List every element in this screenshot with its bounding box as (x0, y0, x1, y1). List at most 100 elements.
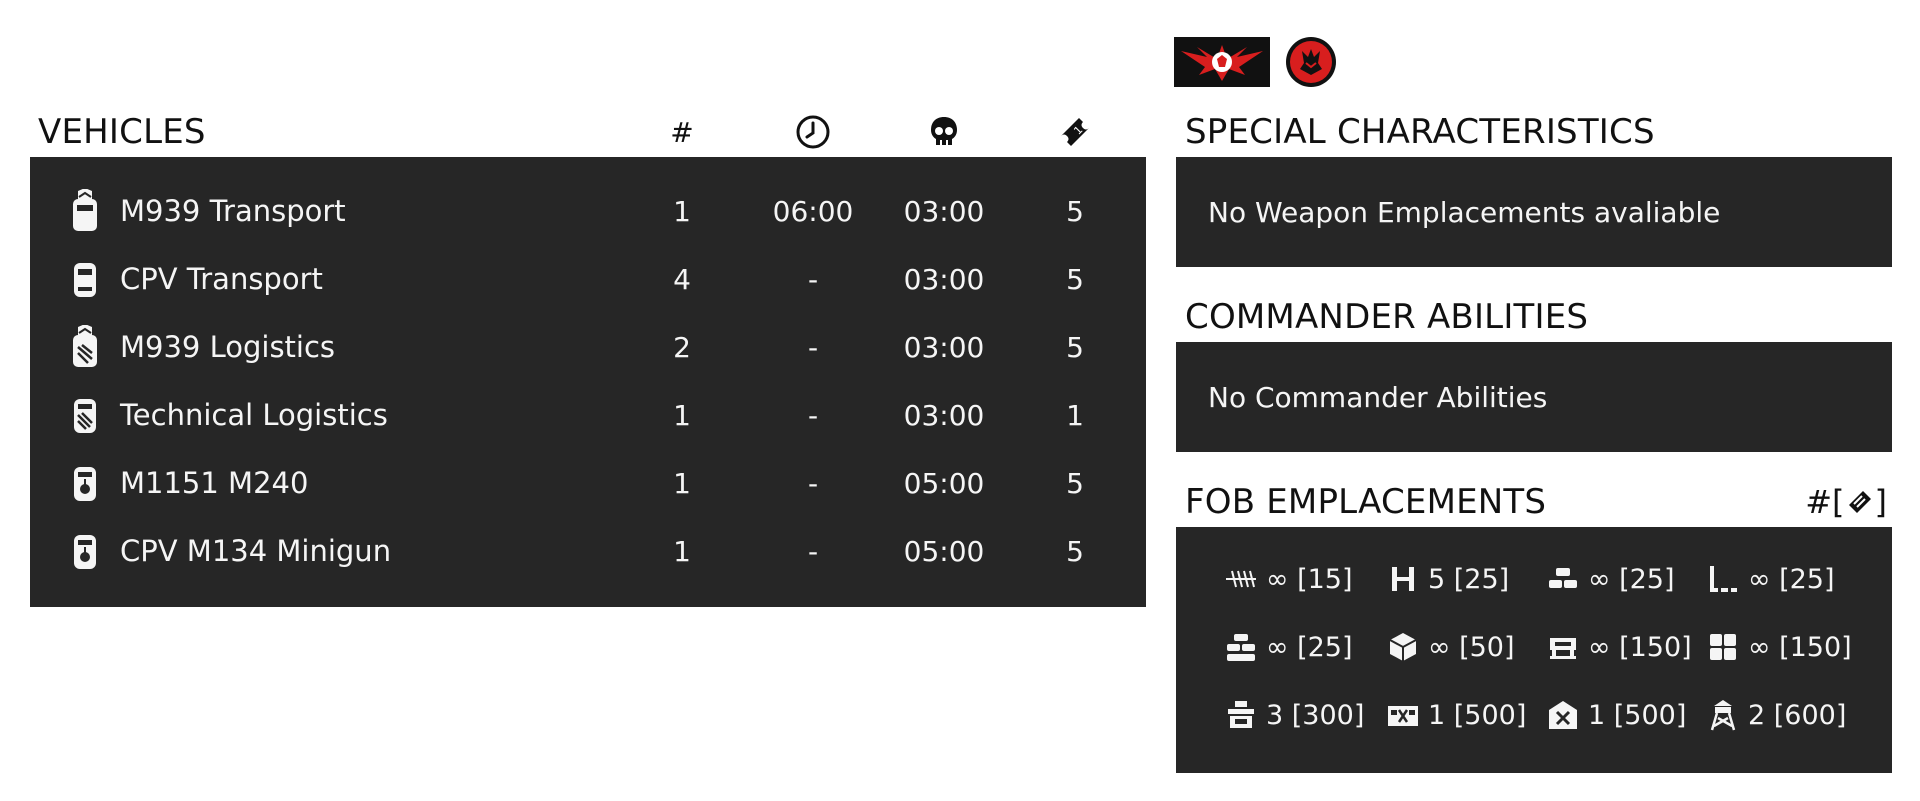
vehicles-panel: M939 Transport 1 06:00 03:00 5 CPV Trans… (30, 157, 1146, 607)
vehicle-count: 1 (673, 398, 691, 432)
vehicle-name: M939 Transport (120, 194, 346, 228)
vehicle-name: M1151 M240 (120, 466, 309, 500)
fob-header: FOB EMPLACEMENTS #[ ] (1185, 482, 1887, 522)
vehicle-respawn: 03:00 (903, 194, 985, 228)
fob-item: ∞ [25] (1224, 625, 1353, 669)
watchtower-icon (1710, 700, 1736, 731)
fob-panel: ∞ [15] 5 [25] ∞ [25] ∞ [25] ∞ [25] ∞ [50… (1176, 527, 1892, 773)
vehicle-tickets: 5 (1066, 194, 1084, 228)
fob-item: 1 [500] (1386, 693, 1526, 737)
fob-item: 5 [25] (1386, 557, 1509, 601)
fob-item-label: 2 [600] (1748, 699, 1847, 731)
vehicle-row: M939 Logistics 2 - 03:00 5 (30, 313, 1146, 381)
skull-icon (884, 112, 1004, 152)
vehicle-respawn: 03:00 (903, 330, 985, 364)
vehicle-row: CPV Transport 4 - 03:00 5 (30, 245, 1146, 313)
hab-icon (1388, 706, 1418, 726)
logistics-car-icon (74, 399, 96, 433)
vehicle-row: CPV M134 Minigun 1 - 05:00 5 (30, 517, 1146, 585)
bunker-icon (1228, 701, 1254, 728)
fob-item-label: ∞ [150] (1748, 631, 1852, 663)
vehicle-delay: - (807, 398, 819, 432)
vehicle-tickets: 5 (1066, 466, 1084, 500)
legend-suffix: ] (1874, 483, 1887, 521)
sandbag-icon (1549, 568, 1577, 588)
vehicle-count: 2 (673, 330, 691, 364)
sandbag-wall-icon (1227, 634, 1255, 661)
bench-icon (1550, 638, 1576, 659)
vehicle-row: M939 Transport 1 06:00 03:00 5 (30, 177, 1146, 245)
transport-truck-icon (73, 189, 97, 231)
logistics-truck-icon (73, 325, 97, 367)
special-panel: No Weapon Emplacements avaliable (1176, 157, 1892, 267)
construction-icon (1848, 491, 1871, 513)
fob-item: 2 [600] (1706, 693, 1846, 737)
fob-item-label: 1 [500] (1588, 699, 1687, 731)
fob-item-label: ∞ [25] (1588, 563, 1675, 595)
vehicle-delay: - (807, 330, 819, 364)
vehicles-column-headers: # 1 (30, 112, 1146, 152)
vehicle-delay: - (807, 534, 819, 568)
fob-item: 3 [300] (1224, 693, 1364, 737)
ammo-crate-icon (1389, 633, 1417, 661)
barrier-icon (1392, 567, 1414, 591)
razor-wire-icon (1226, 570, 1256, 588)
vehicle-count: 1 (673, 194, 691, 228)
vehicle-respawn: 05:00 (903, 466, 985, 500)
vehicle-delay: - (807, 466, 819, 500)
hesco-icon (1710, 634, 1736, 660)
special-message: No Weapon Emplacements avaliable (1208, 195, 1721, 229)
vehicle-name: M939 Logistics (120, 330, 336, 364)
vehicle-tickets: 5 (1066, 534, 1084, 568)
fob-item: ∞ [25] (1546, 557, 1675, 601)
fob-item: ∞ [50] (1386, 625, 1515, 669)
vehicle-count: 1 (673, 466, 691, 500)
fob-legend: #[ ] (1805, 482, 1887, 522)
vehicle-count: 4 (673, 262, 691, 296)
vehicle-respawn: 05:00 (903, 534, 985, 568)
fob-item-label: ∞ [50] (1428, 631, 1515, 663)
commander-title: COMMANDER ABILITIES (1185, 297, 1589, 337)
vehicle-delay: 06:00 (772, 194, 854, 228)
fob-item-label: 5 [25] (1428, 563, 1510, 595)
vehicle-count: 1 (673, 534, 691, 568)
vehicle-name: Technical Logistics (120, 398, 388, 432)
fob-title: FOB EMPLACEMENTS (1185, 482, 1547, 522)
vehicle-tickets: 5 (1066, 330, 1084, 364)
fob-item: ∞ [150] (1706, 625, 1852, 669)
vehicle-repair-icon (1549, 701, 1577, 729)
ticket-icon: 1 (1015, 112, 1135, 152)
count-column-header: # (670, 115, 694, 149)
fob-item: ∞ [15] (1224, 557, 1353, 601)
vehicle-row: M1151 M240 1 - 05:00 5 (30, 449, 1146, 517)
vehicle-tickets: 1 (1066, 398, 1084, 432)
legend-prefix: #[ (1805, 483, 1845, 521)
vehicle-name: CPV M134 Minigun (120, 534, 392, 568)
vehicle-name: CPV Transport (120, 262, 323, 296)
unit-wolf-logo (1286, 37, 1336, 87)
vehicle-respawn: 03:00 (903, 398, 985, 432)
commander-message: No Commander Abilities (1208, 380, 1548, 414)
fob-item-label: 3 [300] (1266, 699, 1365, 731)
clock-icon (753, 112, 873, 152)
faction-eagle-logo (1174, 37, 1270, 87)
fob-item-label: 1 [500] (1428, 699, 1527, 731)
fob-item: 1 [500] (1546, 693, 1686, 737)
trench-icon (1710, 566, 1737, 592)
transport-car-icon (74, 263, 96, 297)
special-title: SPECIAL CHARACTERISTICS (1185, 112, 1655, 152)
armed-car-icon (74, 467, 96, 501)
vehicle-tickets: 5 (1066, 262, 1084, 296)
vehicle-delay: - (807, 262, 819, 296)
fob-item-label: ∞ [25] (1748, 563, 1835, 595)
fob-item-label: ∞ [15] (1266, 563, 1353, 595)
vehicle-row: Technical Logistics 1 - 03:00 1 (30, 381, 1146, 449)
fob-item: ∞ [25] (1706, 557, 1835, 601)
armed-car-icon (74, 535, 96, 569)
faction-logos (1174, 36, 1336, 88)
fob-item-label: ∞ [25] (1266, 631, 1353, 663)
fob-item: ∞ [150] (1546, 625, 1692, 669)
fob-item-label: ∞ [150] (1588, 631, 1692, 663)
commander-panel: No Commander Abilities (1176, 342, 1892, 452)
vehicle-respawn: 03:00 (903, 262, 985, 296)
